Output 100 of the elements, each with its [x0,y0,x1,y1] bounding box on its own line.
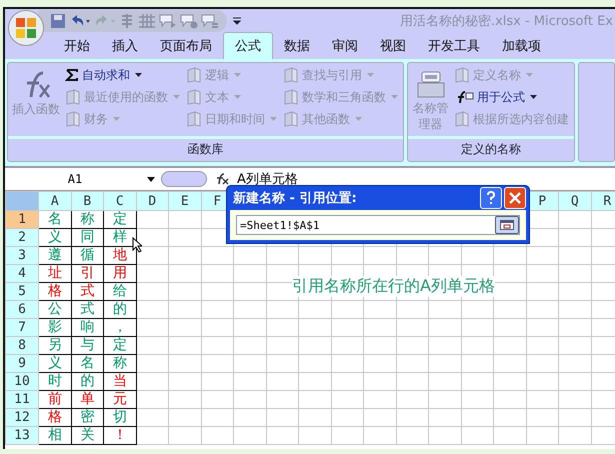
close-button[interactable] [504,187,526,209]
column-header[interactable]: A [38,192,71,210]
table-cell: 影 [38,318,71,336]
table-cell: 定 [104,210,136,228]
table-cell: 关 [71,426,104,444]
table-cell: ！ [104,426,136,444]
office-button[interactable] [8,10,44,46]
dropdown-arrow-icon[interactable] [147,176,155,182]
caret-icon [367,73,374,77]
help-button[interactable] [480,187,502,209]
ribbon-button[interactable]: 用于公式 [452,87,572,107]
ribbon-tab[interactable]: 视图 [369,33,417,59]
column-header[interactable]: B [71,192,104,210]
reference-field[interactable]: =Sheet1!$A$1 [236,215,520,235]
table-cell: 公 [38,300,71,318]
row-header[interactable]: 10 [6,372,38,390]
column-header[interactable]: Q [558,192,591,210]
row-header[interactable]: 2 [6,228,38,246]
row-header[interactable]: 9 [6,354,38,372]
row-header[interactable]: 7 [6,318,38,336]
function-icon[interactable] [215,173,229,185]
formula-field[interactable]: A列单元格 [237,170,298,188]
caret-icon [234,73,241,77]
table-cell: 当 [104,372,136,390]
book-icon [186,111,202,127]
table-cell: 引 [71,264,104,282]
row-header[interactable]: 3 [6,246,38,264]
ribbon-tab[interactable]: 开发工具 [417,33,491,59]
row-header[interactable]: 1 [6,210,38,228]
table-cell: 式 [71,282,104,300]
group-label: 函数库 [186,141,224,158]
ribbon-button[interactable]: 自动求和 [63,65,182,85]
caret-icon [113,117,120,121]
caret-icon [234,95,241,99]
table-cell: 格 [38,282,71,300]
question-mark-icon [486,191,496,205]
comment-icon[interactable] [159,13,177,29]
expand-button[interactable] [495,216,519,234]
row-header[interactable]: 8 [6,336,38,354]
table-cell: 相 [38,426,71,444]
table-cell: 定 [104,336,136,354]
book-icon [454,67,470,83]
book-icon [454,111,470,127]
table-cell: 循 [71,246,104,264]
sigma-icon [65,68,79,82]
book-icon [283,111,299,127]
caret-icon [173,95,180,99]
ribbon-tab[interactable]: 开始 [53,33,101,59]
table-cell: 同 [71,228,104,246]
column-header[interactable]: R [591,192,615,210]
table-cell: ， [104,318,136,336]
row-header[interactable]: 13 [6,426,38,444]
ribbon-tab[interactable]: 插入 [101,33,149,59]
table-cell: 式 [71,300,104,318]
dropdown-arrow-icon[interactable] [233,17,241,25]
ribbon-tab[interactable]: 页面布局 [149,33,223,59]
table-cell: 称 [71,210,104,228]
table-cell: 给 [104,282,136,300]
expand-handle[interactable] [161,171,207,187]
table-cell: 用 [104,264,136,282]
book-icon [186,67,202,83]
table-cell: 切 [104,408,136,426]
ribbon-tab[interactable]: 数据 [273,33,321,59]
comment-icon[interactable] [201,13,219,29]
caret-icon [530,95,538,99]
row-header[interactable]: 11 [6,390,38,408]
caret-icon [270,117,277,121]
book-icon [283,89,299,105]
row-header[interactable]: 5 [6,282,38,300]
row-header[interactable]: 12 [6,408,38,426]
rows-icon[interactable] [119,13,135,29]
caret-icon [135,73,142,77]
table-cell: 称 [104,354,136,372]
table-cell: 与 [71,336,104,354]
window-icon [500,220,514,230]
save-icon[interactable] [50,13,66,29]
name-box[interactable]: A1 [5,172,145,186]
comment-icon[interactable] [180,13,198,29]
table-cell: 格 [38,408,71,426]
table-cell: 名 [71,354,104,372]
dialog-title: 新建名称 - 引用位置: [232,190,358,207]
column-header[interactable]: D [136,192,168,210]
sheet-note: 引用名称所在行的A列单元格 [292,276,495,297]
logo-icon [15,17,37,39]
caret-icon [391,95,398,99]
column-header[interactable]: C [104,192,136,210]
table-cell: 单 [71,390,104,408]
book-icon [65,111,81,127]
table-cell: 址 [38,264,71,282]
row-header[interactable]: 4 [6,264,38,282]
table-cell: 义 [38,354,71,372]
caret-icon [526,73,534,77]
column-header[interactable]: E [168,192,201,210]
ribbon-tab[interactable]: 加载项 [491,33,552,59]
ribbon-tab[interactable]: 审阅 [321,33,369,59]
ribbon-tab[interactable]: 公式 [223,32,273,59]
table-cell: 前 [38,390,71,408]
table-cell: 元 [104,390,136,408]
row-header[interactable]: 6 [6,300,38,318]
grid-icon[interactable] [138,13,156,29]
